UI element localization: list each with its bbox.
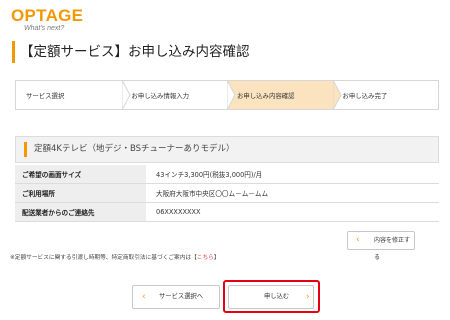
step-label: サービス選択: [26, 92, 65, 100]
details-table: ご希望の画面サイズ 43インチ3,300円(税抜3,000円)/月 ご利用場所 …: [15, 165, 439, 222]
step-arrow-icon: [121, 80, 131, 110]
chevron-left-icon: ‹: [356, 235, 360, 245]
table-row: ご希望の画面サイズ 43インチ3,300円(税抜3,000円)/月: [15, 165, 439, 184]
logo-wordmark: OPTAGE: [11, 6, 84, 25]
step-label: お申し込み完了: [342, 92, 388, 100]
row-label: 配送業者からのご連絡先: [15, 202, 146, 222]
row-label: ご利用場所: [15, 183, 146, 203]
legal-notice-link[interactable]: こちら: [197, 255, 214, 261]
step-label: お申し込み内容確認: [237, 92, 295, 100]
logo-tagline: What's next?: [24, 25, 65, 32]
row-value: 06XXXXXXXX: [146, 202, 439, 222]
chevron-left-icon: ‹: [142, 292, 146, 302]
back-to-service-button[interactable]: ‹ サービス選択へ: [132, 285, 220, 309]
table-row: 配送業者からのご連絡先 06XXXXXXXX: [15, 202, 439, 222]
submit-button[interactable]: 申し込む ›: [228, 285, 314, 309]
optage-logo[interactable]: OPTAGE What's next?: [11, 6, 101, 36]
edit-button-label: 内容を修正する: [374, 237, 411, 261]
row-value: 大阪府大阪市中央区〇〇ム－ム－ムム: [146, 183, 439, 203]
submit-button-label: 申し込む: [264, 293, 290, 300]
step-label: お申し込み情報入力: [131, 92, 190, 100]
link-bracket-close: 】: [213, 255, 220, 261]
step-complete: お申し込み完了: [332, 80, 439, 110]
step-confirmation: お申し込み内容確認: [227, 80, 342, 110]
back-button-label: サービス選択へ: [159, 293, 204, 300]
row-value: 43インチ3,300円(税抜3,000円)/月: [146, 165, 439, 184]
step-arrow-icon: [227, 80, 236, 110]
notice-text: ※定額サービスに関する引渡し時期等、特定商取引法に基づくご案内は: [10, 255, 192, 261]
step-application-input: お申し込み情報入力: [121, 80, 236, 110]
edit-content-button[interactable]: ‹ 内容を修正する: [347, 231, 415, 261]
step-arrow-icon: [332, 80, 342, 110]
page-title: 【定額サービス】お申し込み内容確認: [12, 41, 250, 63]
plan-title: 定額4Kテレビ（地デジ・BSチューナーありモデル）: [34, 144, 235, 154]
step-service-selection: サービス選択: [15, 80, 131, 110]
table-row: ご利用場所 大阪府大阪市中央区〇〇ム－ム－ムム: [15, 183, 439, 203]
legal-notice: ※定額サービスに関する引渡し時期等、特定商取引法に基づくご案内は【こちら】: [10, 252, 220, 261]
row-label: ご希望の画面サイズ: [15, 165, 146, 184]
chevron-right-icon: ›: [306, 292, 310, 302]
plan-heading: 定額4Kテレビ（地デジ・BSチューナーありモデル）: [15, 136, 439, 163]
progress-steps: サービス選択 お申し込み情報入力 お申し込み内容確認 お申し込み完了: [15, 80, 439, 110]
